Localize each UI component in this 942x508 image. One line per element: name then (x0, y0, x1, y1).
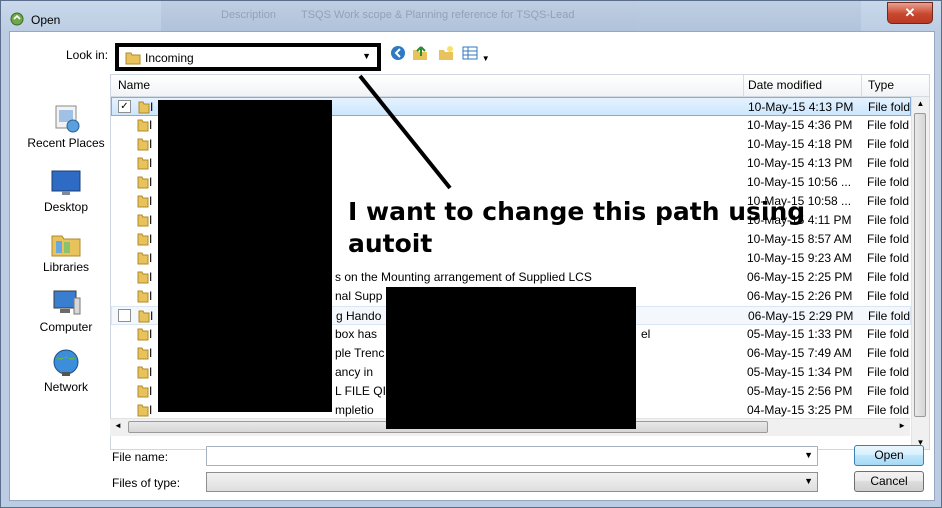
annotation-line-2: autoit (348, 229, 433, 258)
annotation-line-1: I want to change this path using (348, 197, 806, 226)
annotation-text: I want to change this path using autoit (348, 196, 805, 260)
